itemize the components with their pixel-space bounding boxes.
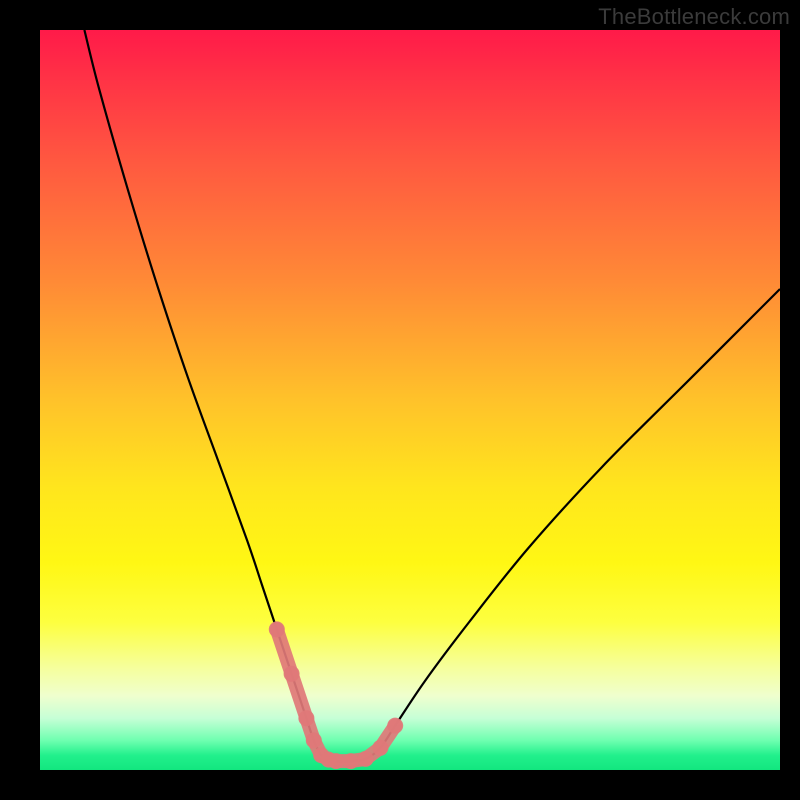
bottom-highlight-dot <box>387 718 403 734</box>
bottom-highlight-dot <box>306 732 322 748</box>
bottom-highlight-dot <box>343 753 359 769</box>
bottom-highlight-dot <box>298 710 314 726</box>
bottom-highlight-dot <box>269 621 285 637</box>
bottom-highlight-dot <box>358 751 374 767</box>
bottom-highlight-dot <box>284 666 300 682</box>
bottom-highlight-markers <box>269 621 403 769</box>
bottom-highlight-dot <box>328 753 344 769</box>
bottleneck-curve <box>84 30 780 761</box>
plot-area <box>40 30 780 770</box>
watermark-text: TheBottleneck.com <box>598 4 790 30</box>
chart-frame: TheBottleneck.com <box>0 0 800 800</box>
bottom-highlight-dot <box>372 740 388 756</box>
curve-layer <box>40 30 780 770</box>
